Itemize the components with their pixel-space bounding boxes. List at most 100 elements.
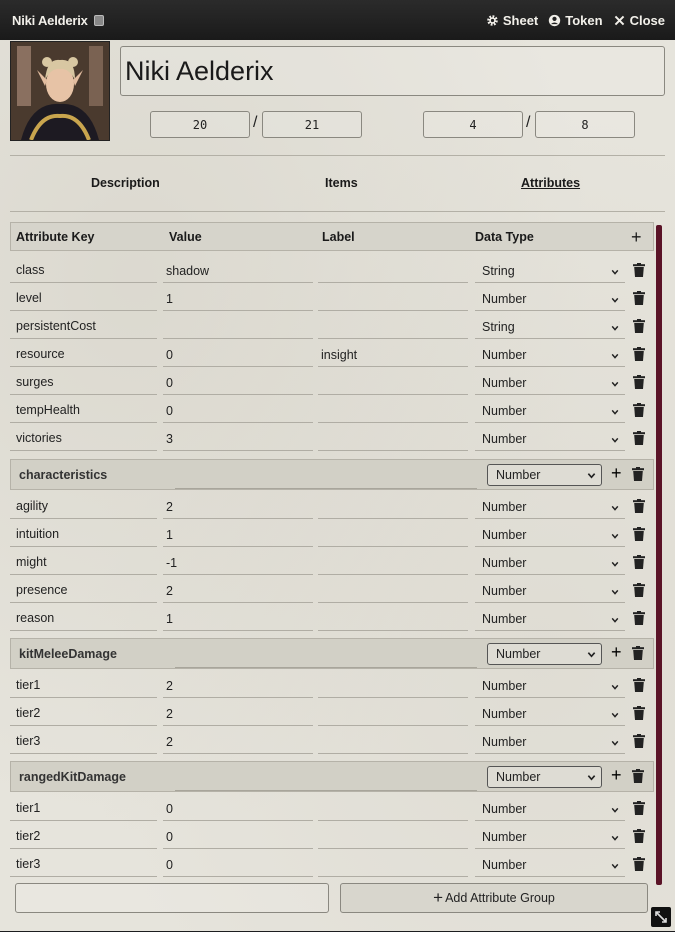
attribute-value-input[interactable]: 0 [163,822,313,849]
data-type-select[interactable]: Number [475,699,625,726]
attribute-label-input[interactable] [318,671,468,698]
group-name[interactable]: rangedKitDamage [19,770,126,784]
attribute-value-input[interactable]: 2 [163,727,313,754]
delete-attribute-button[interactable] [633,801,645,815]
attribute-key[interactable]: persistentCost [16,319,96,333]
attribute-key[interactable]: agility [16,499,48,513]
delete-attribute-button[interactable] [633,347,645,361]
attribute-key[interactable]: class [16,263,44,277]
stat-secondary-value[interactable]: 4 [423,111,523,138]
data-type-select[interactable]: Number [475,340,625,367]
group-name[interactable]: characteristics [19,468,107,482]
close-button[interactable]: Close [613,13,665,28]
stat-primary-max[interactable]: 21 [262,111,362,138]
attribute-label-input[interactable] [318,822,468,849]
scrollbar[interactable] [656,225,662,885]
attribute-label-input[interactable] [318,548,468,575]
attribute-value-input[interactable] [163,312,313,339]
attribute-label-input[interactable] [318,794,468,821]
data-type-select[interactable]: Number [475,822,625,849]
stat-primary-value[interactable]: 20 [150,111,250,138]
attribute-value-input[interactable]: 3 [163,424,313,451]
group-name[interactable]: kitMeleeDamage [19,647,117,661]
data-type-select[interactable]: Number [475,396,625,423]
attribute-label-input[interactable] [318,396,468,423]
delete-attribute-button[interactable] [633,734,645,748]
actor-name-input[interactable]: Niki Aelderix [120,46,665,96]
delete-attribute-button[interactable] [633,431,645,445]
delete-attribute-button[interactable] [633,583,645,597]
attribute-label-input[interactable] [318,284,468,311]
data-type-select[interactable]: Number [475,492,625,519]
attribute-key[interactable]: victories [16,431,62,445]
resize-handle[interactable] [651,907,671,927]
delete-attribute-button[interactable] [633,263,645,277]
attribute-key[interactable]: surges [16,375,54,389]
stat-secondary-max[interactable]: 8 [535,111,635,138]
add-attribute-group-button[interactable]: + Add Attribute Group [340,883,648,913]
data-type-select[interactable]: Number [475,424,625,451]
attribute-key[interactable]: tier2 [16,706,40,720]
attribute-key[interactable]: might [16,555,47,569]
attribute-key[interactable]: tier1 [16,678,40,692]
attribute-label-input[interactable] [318,424,468,451]
attribute-key[interactable]: intuition [16,527,59,541]
data-type-select[interactable]: Number [475,671,625,698]
attribute-value-input[interactable]: 0 [163,368,313,395]
delete-group-button[interactable] [632,769,644,783]
group-type-select[interactable]: Number [487,643,602,665]
attribute-label-input[interactable] [318,699,468,726]
attribute-value-input[interactable]: 0 [163,794,313,821]
attribute-key[interactable]: tempHealth [16,403,80,417]
data-type-select[interactable]: Number [475,850,625,877]
delete-attribute-button[interactable] [633,555,645,569]
attribute-key[interactable]: presence [16,583,67,597]
attribute-value-input[interactable]: 2 [163,576,313,603]
delete-group-button[interactable] [632,646,644,660]
delete-attribute-button[interactable] [633,857,645,871]
attribute-key[interactable]: tier3 [16,857,40,871]
token-config-button[interactable]: Token [548,13,603,28]
delete-attribute-button[interactable] [633,375,645,389]
attribute-value-input[interactable]: -1 [163,548,313,575]
attribute-key[interactable]: level [16,291,42,305]
delete-attribute-button[interactable] [633,499,645,513]
group-type-select[interactable]: Number [487,464,602,486]
attribute-key[interactable]: tier2 [16,829,40,843]
attribute-value-input[interactable]: 0 [163,850,313,877]
attribute-value-input[interactable]: 0 [163,340,313,367]
attribute-value-input[interactable]: 2 [163,492,313,519]
attribute-label-input[interactable] [318,850,468,877]
data-type-select[interactable]: String [475,256,625,283]
data-type-select[interactable]: Number [475,794,625,821]
tab-attributes[interactable]: Attributes [521,176,580,190]
data-type-select[interactable]: Number [475,604,625,631]
attribute-value-input[interactable]: 1 [163,520,313,547]
actor-portrait[interactable] [10,41,110,141]
document-id-icon[interactable] [93,14,104,26]
data-type-select[interactable]: Number [475,284,625,311]
delete-attribute-button[interactable] [633,611,645,625]
delete-attribute-button[interactable] [633,829,645,843]
delete-attribute-button[interactable] [633,678,645,692]
add-group-attribute-button[interactable]: + [611,643,622,661]
attribute-key[interactable]: tier3 [16,734,40,748]
group-type-select[interactable]: Number [487,766,602,788]
attribute-label-input[interactable]: insight [318,340,468,367]
attribute-key[interactable]: reason [16,611,54,625]
attribute-label-input[interactable] [318,312,468,339]
data-type-select[interactable]: String [475,312,625,339]
attribute-label-input[interactable] [318,576,468,603]
sheet-config-button[interactable]: Sheet [486,13,538,28]
attribute-value-input[interactable]: 2 [163,671,313,698]
add-attribute-button[interactable]: + [631,228,642,246]
delete-attribute-button[interactable] [633,706,645,720]
delete-attribute-button[interactable] [633,319,645,333]
delete-attribute-button[interactable] [633,291,645,305]
attribute-key[interactable]: resource [16,347,65,361]
tab-items[interactable]: Items [325,176,358,190]
attribute-value-input[interactable]: 1 [163,604,313,631]
attribute-value-input[interactable]: 2 [163,699,313,726]
data-type-select[interactable]: Number [475,368,625,395]
delete-group-button[interactable] [632,467,644,481]
